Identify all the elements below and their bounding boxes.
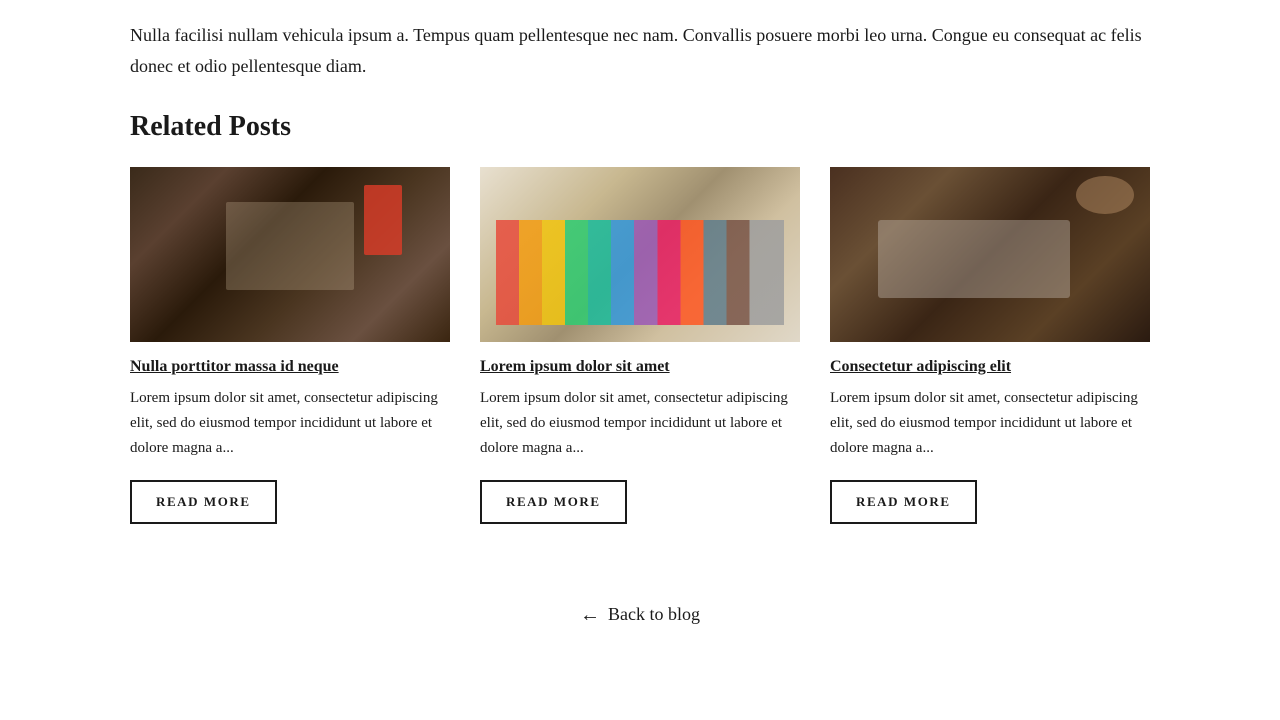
posts-grid: Nulla porttitor massa id neque Lorem ips… xyxy=(130,167,1150,524)
post-image-2 xyxy=(480,167,800,342)
read-more-button-2[interactable]: READ MORE xyxy=(480,480,627,524)
post-excerpt-1: Lorem ipsum dolor sit amet, consectetur … xyxy=(130,386,450,460)
post-card-2: Lorem ipsum dolor sit amet Lorem ipsum d… xyxy=(480,167,800,524)
post-card-3: Consectetur adipiscing elit Lorem ipsum … xyxy=(830,167,1150,524)
read-more-button-3[interactable]: READ MORE xyxy=(830,480,977,524)
post-card-1: Nulla porttitor massa id neque Lorem ips… xyxy=(130,167,450,524)
post-title-3[interactable]: Consectetur adipiscing elit xyxy=(830,358,1150,376)
post-image-1 xyxy=(130,167,450,342)
back-to-blog-link[interactable]: ← Back to blog xyxy=(580,604,700,625)
back-to-blog-section: ← Back to blog xyxy=(130,564,1150,655)
post-excerpt-2: Lorem ipsum dolor sit amet, consectetur … xyxy=(480,386,800,460)
post-image-3 xyxy=(830,167,1150,342)
read-more-button-1[interactable]: READ MORE xyxy=(130,480,277,524)
back-to-blog-label: Back to blog xyxy=(608,604,700,625)
related-posts-section: Related Posts Nulla porttitor massa id n… xyxy=(130,111,1150,564)
related-posts-heading: Related Posts xyxy=(130,111,1150,143)
intro-paragraph: Nulla facilisi nullam vehicula ipsum a. … xyxy=(130,0,1150,111)
post-excerpt-3: Lorem ipsum dolor sit amet, consectetur … xyxy=(830,386,1150,460)
post-title-2[interactable]: Lorem ipsum dolor sit amet xyxy=(480,358,800,376)
back-arrow-icon: ← xyxy=(580,605,600,625)
post-title-1[interactable]: Nulla porttitor massa id neque xyxy=(130,358,450,376)
